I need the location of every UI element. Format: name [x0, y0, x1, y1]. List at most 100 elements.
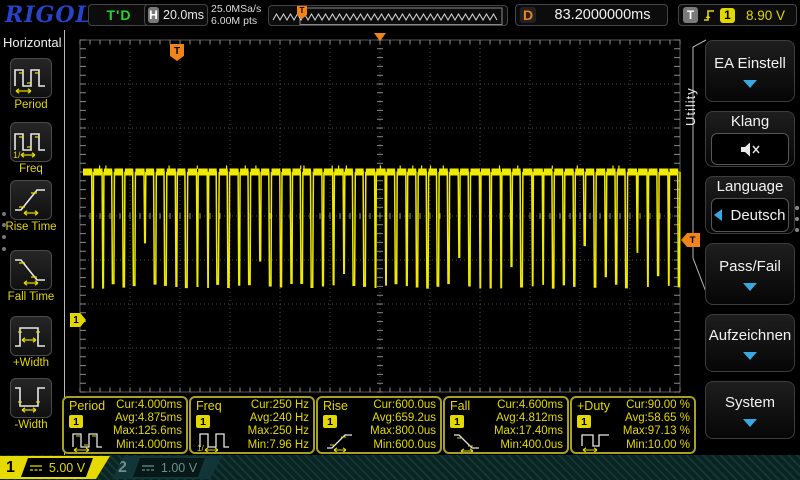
measurement-name: +Duty: [577, 399, 610, 413]
stat-cur: Cur:600.0us: [370, 399, 436, 412]
period-icon: [70, 430, 118, 452]
softkey-pass-fail[interactable]: Pass/Fail: [705, 243, 795, 305]
freq-icon: 1/: [197, 430, 245, 452]
stat-avg: Avg:240 Hz: [248, 412, 309, 425]
rising-edge-icon: [702, 7, 716, 23]
rigol-logo: RIGOL: [5, 2, 92, 28]
stat-min: Min:10.00 %: [623, 439, 690, 452]
softkey-aufzeichnen[interactable]: Aufzeichnen: [705, 314, 795, 372]
left-menu-title: Horizontal: [3, 35, 62, 50]
stat-min: Min:7.96 Hz: [248, 439, 309, 452]
measurement-freq: Freq 1 1/ Cur:250 HzAvg:240 HzMax:250 Hz…: [189, 396, 315, 454]
left-panel-divider: [64, 30, 65, 455]
delay-label: D: [520, 7, 536, 23]
left-menu-item-width[interactable]: -Width: [0, 378, 62, 431]
scroll-indicator-dot: [2, 235, 6, 239]
freq-icon: 1/: [10, 122, 52, 162]
memory-depth: 6.00M pts: [211, 15, 261, 27]
sample-rate: 25.0MSa/s: [211, 3, 261, 15]
channel-status-bar: 1 5.00 V 2 1.00 V: [0, 455, 800, 480]
measurement-fall: Fall 1 Cur:4.600msAvg:4.812msMax:17.40ms…: [443, 396, 569, 454]
stat-max: Max:250 Hz: [248, 425, 309, 438]
svg-text:1/: 1/: [197, 444, 204, 452]
trigger-source-chip: 1: [720, 8, 735, 23]
measurement-channel-chip: 1: [450, 415, 464, 428]
measurement-bar: Period 1 Cur:4.000msAvg:4.875msMax:125.6…: [62, 396, 696, 454]
memory-waveform-preview: T: [268, 5, 508, 26]
stat-max: Max:17.40ms: [494, 425, 563, 438]
stat-max: Max:800.0us: [370, 425, 436, 438]
channel-1-status[interactable]: 1 5.00 V: [0, 456, 110, 479]
minus-width-icon: [10, 378, 52, 418]
dc-coupling-icon: [29, 463, 43, 473]
fall-icon: [451, 430, 499, 452]
plus-width-icon: [10, 316, 52, 356]
measurement-rise: Rise 1 Cur:600.0usAvg:659.2usMax:800.0us…: [316, 396, 442, 454]
measurement-name: Period: [69, 399, 105, 413]
left-menu-item-width[interactable]: +Width: [0, 316, 62, 369]
stat-max: Max:125.6ms: [113, 425, 182, 438]
horizontal-timebase-box: H 20.0ms: [144, 4, 208, 26]
language-value: Deutsch: [711, 198, 789, 232]
measurement-channel-chip: 1: [577, 415, 591, 428]
trigger-delay-box: D 83.2000000ms: [515, 4, 668, 26]
period-icon: [10, 58, 52, 98]
measurement-name: Fall: [450, 399, 470, 413]
measurement-duty: +Duty 1 Cur:90.00 %Avg:58.65 %Max:97.13 …: [570, 396, 696, 454]
softkey-system[interactable]: System: [705, 381, 795, 439]
chevron-down-icon: [743, 80, 757, 88]
acquisition-info: 25.0MSa/s 6.00M pts: [211, 3, 261, 27]
stat-avg: Avg:58.65 %: [623, 412, 690, 425]
softkey-ea-einstell[interactable]: EA Einstell: [705, 40, 795, 102]
measurement-period: Period 1 Cur:4.000msAvg:4.875msMax:125.6…: [62, 396, 188, 454]
stat-cur: Cur:4.000ms: [113, 399, 182, 412]
scroll-indicator-dot: [2, 223, 6, 227]
chevron-down-icon: [743, 283, 757, 291]
trigger-info-box: T 1 8.90 V: [678, 4, 797, 26]
left-menu-item-fall-time[interactable]: Fall Time: [0, 250, 62, 303]
stat-avg: Avg:4.875ms: [113, 412, 182, 425]
stat-cur: Cur:4.600ms: [494, 399, 563, 412]
fall-time-icon: [10, 250, 52, 290]
stat-max: Max:97.13 %: [623, 425, 690, 438]
channel-2-status[interactable]: 2 1.00 V: [112, 456, 222, 479]
left-menu-item-period[interactable]: Period: [0, 58, 62, 111]
measurement-channel-chip: 1: [196, 415, 210, 428]
page-indicator-dot: [795, 228, 799, 232]
trigger-position-marker[interactable]: T: [170, 44, 184, 61]
chevron-down-icon: [743, 352, 757, 360]
oscilloscope-screen: RIGOL T'D H 20.0ms 25.0MSa/s 6.00M pts T…: [0, 0, 800, 480]
duty-icon: [578, 430, 626, 452]
measurement-channel-chip: 1: [69, 415, 83, 428]
channel1-ground-marker[interactable]: 1: [70, 313, 86, 327]
page-indicator-dot: [795, 206, 799, 210]
page-indicator-dot: [795, 217, 799, 221]
svg-text:1/: 1/: [13, 150, 21, 160]
rise-time-icon: [10, 180, 52, 220]
chevron-down-icon: [743, 419, 757, 427]
stat-avg: Avg:4.812ms: [494, 412, 563, 425]
delay-value: 83.2000000ms: [542, 7, 663, 23]
horizontal-label: H: [148, 7, 159, 23]
trigger-level-marker[interactable]: T: [681, 233, 700, 247]
utility-menu: EA Einstell Klang Language Deutsch Pass/…: [705, 40, 795, 439]
measurement-name: Freq: [196, 399, 222, 413]
rise-icon: [324, 430, 372, 452]
measurement-channel-chip: 1: [323, 415, 337, 428]
chevron-left-icon: [714, 209, 722, 221]
stat-avg: Avg:659.2us: [370, 412, 436, 425]
scroll-indicator-dot: [2, 212, 6, 216]
scroll-indicator-dot: [2, 247, 6, 251]
status-bar: RIGOL T'D H 20.0ms 25.0MSa/s 6.00M pts T…: [0, 0, 800, 30]
utility-menu-tab: Utility: [683, 48, 698, 126]
softkey-klang[interactable]: Klang: [705, 111, 795, 167]
softkey-language[interactable]: Language Deutsch: [705, 176, 795, 234]
measurement-name: Rise: [323, 399, 348, 413]
stat-cur: Cur:250 Hz: [248, 399, 309, 412]
left-menu-item-rise-time[interactable]: Rise Time: [0, 180, 62, 233]
timebase-value: 20.0ms: [163, 8, 204, 22]
trigger-level-value: 8.90 V: [739, 8, 792, 23]
memory-center-indicator: [374, 33, 386, 41]
left-menu-item-freq[interactable]: 1/ Freq: [0, 122, 62, 175]
stat-min: Min:4.000ms: [113, 439, 182, 452]
